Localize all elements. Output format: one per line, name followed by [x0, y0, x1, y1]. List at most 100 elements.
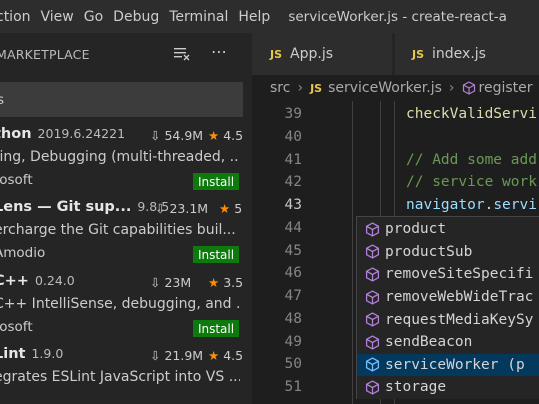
- chevron-right-icon: ›: [448, 80, 455, 96]
- extension-name: Lens — Git sup... 9.8.5: [0, 199, 169, 215]
- extension-downloads: ⇩ 54.9M: [150, 128, 203, 143]
- javascript-file-icon: JS: [270, 47, 283, 61]
- install-button[interactable]: Install: [193, 246, 239, 263]
- rating-value: 4.5: [223, 128, 244, 143]
- code-line-current: navigator.servi: [406, 197, 537, 213]
- property-cube-icon: [365, 335, 380, 350]
- suggestion-label: sendBeacon: [385, 334, 473, 351]
- suggestion-item[interactable]: removeSiteSpecifi: [357, 263, 539, 286]
- cloud-download-icon: ⇩: [150, 128, 161, 143]
- rating-value: 4.5: [223, 348, 244, 363]
- star-icon: ★: [208, 128, 220, 143]
- install-button[interactable]: Install: [193, 173, 239, 190]
- extension-search-input[interactable]: s: [0, 82, 243, 117]
- extension-publisher: rosoft: [0, 319, 33, 335]
- sidebar-title: MARKETPLACE: [0, 46, 90, 62]
- suggestion-label: removeWebWideTrac: [385, 289, 534, 306]
- extension-description: ercharge the Git capabilities buil...: [0, 222, 236, 238]
- extension-name-text: thon: [0, 126, 32, 142]
- suggestion-item[interactable]: product: [357, 218, 539, 241]
- install-button[interactable]: Install: [193, 320, 239, 337]
- javascript-file-icon: JS: [310, 81, 323, 95]
- editor-tabs: JS App.js JS index.js: [252, 33, 539, 75]
- line-number: 46: [284, 265, 302, 281]
- extension-name-text: C++: [0, 273, 29, 289]
- extension-rating: ★ 3.5: [208, 275, 243, 290]
- javascript-file-icon: JS: [412, 47, 425, 61]
- cloud-download-icon: ⇩: [155, 201, 166, 216]
- extension-downloads: ⇩ 23M: [150, 275, 191, 290]
- line-number: 44: [284, 220, 302, 236]
- extension-list-item[interactable]: Lint 1.9.0 ⇩ 21.9M ★ 4.5 egrates ESLint J…: [0, 342, 252, 404]
- star-icon: ★: [219, 201, 231, 216]
- property-cube-icon: [365, 267, 380, 282]
- window-title: serviceWorker.js - create-react-a: [288, 8, 507, 25]
- menu-debug[interactable]: Debug: [113, 9, 169, 25]
- extension-list-item[interactable]: thon 2019.6.24221 ⇩ 54.9M ★ 4.5 ting, Deb…: [0, 122, 252, 195]
- breadcrumb-file[interactable]: serviceWorker.js: [328, 80, 442, 96]
- property-cube-icon: [365, 357, 380, 373]
- tab-label: index.js: [432, 46, 486, 62]
- tab-index-js[interactable]: JS index.js: [395, 33, 539, 75]
- extension-rating: ★ 4.5: [208, 128, 243, 143]
- suggestion-label: requestMediaKeySy: [385, 311, 534, 328]
- suggestion-item[interactable]: productSub: [357, 241, 539, 264]
- rating-value: 3.5: [223, 275, 244, 290]
- line-number: 40: [284, 129, 302, 145]
- code-comment: // service work: [406, 174, 537, 190]
- extension-description: C++ IntelliSense, debugging, and ...: [0, 296, 240, 312]
- breadcrumb-folder[interactable]: src: [270, 80, 290, 96]
- indent-guide: [352, 101, 353, 404]
- extension-downloads: ⇩ 21.9M: [150, 348, 203, 363]
- line-number: 48: [284, 311, 302, 327]
- suggestion-item-selected[interactable]: serviceWorker (p: [357, 353, 539, 377]
- line-number: 42: [284, 174, 302, 190]
- suggestion-label: serviceWorker (p: [385, 356, 525, 373]
- search-input-value: s: [0, 91, 5, 108]
- code-line: checkValidServi: [406, 106, 537, 122]
- extension-name: C++ 0.24.0: [0, 273, 75, 289]
- extension-description: egrates ESLint JavaScript into VS ...: [0, 369, 240, 385]
- rating-value: 5: [234, 201, 243, 216]
- extension-name: Lint 1.9.0: [0, 346, 63, 362]
- menu-selection[interactable]: ction: [0, 9, 41, 25]
- code-dot: .: [484, 197, 494, 213]
- suggestion-label: productSub: [385, 243, 473, 260]
- menu-terminal[interactable]: Terminal: [169, 9, 238, 25]
- line-number-current: 43: [284, 197, 302, 213]
- property-cube-icon: [365, 312, 380, 327]
- suggestion-label: removeSiteSpecifi: [385, 266, 534, 283]
- download-count: 23M: [164, 275, 192, 290]
- suggestion-item[interactable]: storage: [357, 376, 539, 399]
- line-number: 39: [284, 106, 302, 122]
- suggestion-label: product: [385, 221, 447, 238]
- menu-go[interactable]: Go: [84, 9, 113, 25]
- menu-view[interactable]: View: [41, 9, 84, 25]
- extension-name: thon 2019.6.24221: [0, 126, 125, 142]
- line-number: 45: [284, 243, 302, 259]
- autocomplete-suggestions: product productSub removeSiteSpecifi remove…: [356, 216, 539, 399]
- breadcrumb: src › JS serviceWorker.js › register: [252, 75, 539, 101]
- code-identifier: navigator: [406, 197, 485, 213]
- menu-help[interactable]: Help: [238, 9, 280, 25]
- breadcrumb-symbol[interactable]: register: [479, 80, 533, 96]
- extension-list-item[interactable]: C++ 0.24.0 ⇩ 23M ★ 3.5 C++ IntelliSense, …: [0, 269, 252, 342]
- code-property: servi: [493, 197, 537, 213]
- extension-rating: ★ 4.5: [208, 348, 243, 363]
- star-icon: ★: [208, 275, 220, 290]
- property-cube-icon: [365, 289, 380, 305]
- method-cube-icon: [462, 81, 475, 95]
- clear-extensions-icon[interactable]: [174, 47, 190, 61]
- more-actions-icon[interactable]: ⋯: [211, 42, 227, 61]
- tab-app-js[interactable]: JS App.js: [252, 33, 392, 75]
- line-number: 49: [284, 334, 302, 350]
- extensions-sidebar: MARKETPLACE ⋯ s thon 2019.6.24221 ⇩ 54.9M…: [0, 33, 252, 404]
- suggestion-item[interactable]: sendBeacon: [357, 331, 539, 354]
- extension-version: 0.24.0: [34, 273, 75, 288]
- suggestion-item[interactable]: requestMediaKeySy: [357, 308, 539, 331]
- code-comment: // Add some add: [406, 152, 537, 168]
- download-count: 23.1M: [169, 201, 209, 216]
- extension-publisher: rosoft: [0, 172, 33, 188]
- extension-list-item[interactable]: Lens — Git sup... 9.8.5 ⇩ 23.1M ★ 5 ercha…: [0, 195, 252, 268]
- suggestion-item[interactable]: removeWebWideTrac: [357, 286, 539, 309]
